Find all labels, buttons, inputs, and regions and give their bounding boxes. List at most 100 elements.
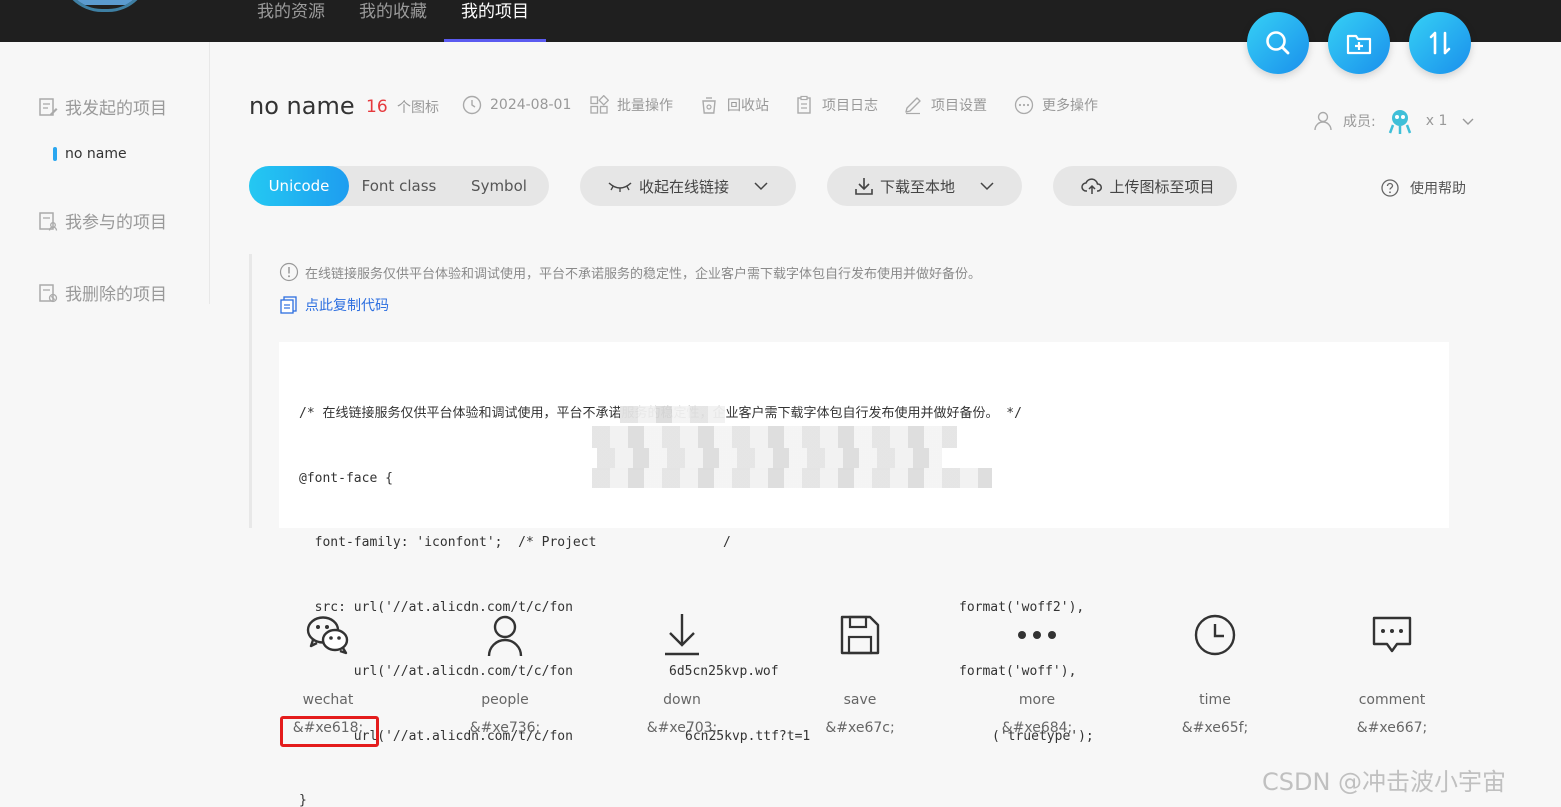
sidebar-item-my-deleted[interactable]: 我删除的项目 [38,280,167,305]
help-link[interactable]: 使用帮助 [1380,178,1466,198]
icon-name: comment [1358,692,1426,708]
more-actions-label: 更多操作 [1042,98,1098,114]
notice: 在线链接服务仅供平台体验和调试使用，平台不承诺服务的稳定性，企业客户需下载字体包… [279,262,981,282]
help-label: 使用帮助 [1410,181,1466,197]
watermark: CSDN @冲击波小宇宙 [1262,768,1507,796]
icon-card-people[interactable]: people &#xe736; [445,600,565,750]
top-bar: 我的资源 我的收藏 我的项目 [0,0,1561,42]
members-dropdown[interactable]: 成员: x 1 [1313,107,1483,135]
logo[interactable] [60,0,150,12]
tab-unicode[interactable]: Unicode [249,166,349,206]
icon-name: save [843,692,877,708]
new-folder-button[interactable] [1328,12,1390,74]
sidebar-project-label: no name [65,146,127,162]
folder-add-icon [1346,34,1372,55]
collapse-link-label: 收起在线链接 [638,177,729,196]
icon-code[interactable]: &#xe703; [622,720,742,736]
copy-icon [280,296,297,314]
sort-button[interactable] [1409,12,1471,74]
project-settings-button[interactable]: 项目设置 [903,95,987,115]
icon-card-save[interactable]: save &#xe67c; [800,600,920,750]
icon-code[interactable]: &#xe684; [977,720,1097,736]
user-doc-icon [39,211,58,231]
download-button[interactable]: 下载至本地 [827,166,1022,206]
icon-name: wechat [302,692,354,708]
online-link-panel: 在线链接服务仅供平台体验和调试使用，平台不承诺服务的稳定性，企业客户需下载字体包… [249,254,1449,807]
nav-my-resources[interactable]: 我的资源 [240,0,342,42]
redaction-blur [592,468,992,488]
project-log-button[interactable]: 项目日志 [794,95,878,115]
comment-icon [1372,616,1412,653]
members-count: x 1 [1425,113,1448,129]
icon-card-comment[interactable]: comment &#xe667; [1332,600,1452,750]
cloud-upload-icon [1081,178,1103,194]
edit-doc-icon [39,97,58,116]
log-icon [797,95,811,114]
search-icon [1266,31,1290,55]
active-indicator [53,147,57,161]
clock-icon [462,95,482,115]
sidebar-item-my-joined[interactable]: 我参与的项目 [38,208,167,233]
chevron-down-icon [1462,118,1474,125]
icon-count: 16 [366,97,388,117]
highlight-box [280,716,379,747]
redaction-blur [597,448,942,470]
icon-name: time [1199,692,1231,708]
tab-symbol[interactable]: Symbol [449,166,549,206]
time-icon [1194,614,1236,656]
tab-font-class[interactable]: Font class [349,166,449,206]
collapse-link-button[interactable]: 收起在线链接 [580,166,796,206]
icon-name: people [481,692,529,708]
sort-icon [1429,31,1451,55]
icon-card-time[interactable]: time &#xe65f; [1155,600,1275,750]
icon-name: down [663,692,701,708]
people-icon [487,615,523,657]
icon-code[interactable]: &#xe65f; [1155,720,1275,736]
download-label: 下载至本地 [879,177,955,196]
more-circle-icon [1014,95,1034,115]
icon-code[interactable]: &#xe667; [1332,720,1452,736]
batch-operation-button[interactable]: 批量操作 [589,95,673,115]
sidebar-project-no-name[interactable]: no name [53,146,127,162]
icon-code[interactable]: &#xe67c; [800,720,920,736]
top-nav: 我的资源 我的收藏 我的项目 [240,0,546,42]
icon-code[interactable]: &#xe736; [445,720,565,736]
delete-doc-icon [39,283,58,302]
project-settings-label: 项目设置 [931,98,987,114]
grid-icon [590,95,609,114]
sidebar-item-label: 我参与的项目 [65,213,167,233]
nav-my-favorites[interactable]: 我的收藏 [342,0,444,42]
save-icon [840,615,880,655]
down-icon [665,614,699,656]
icon-name: more [1018,692,1056,708]
copy-code-link[interactable]: 点此复制代码 [279,295,389,315]
user-icon [1314,111,1332,131]
recycle-bin-label: 回收站 [727,98,769,114]
search-button[interactable] [1247,12,1309,74]
redaction-blur [592,426,957,448]
icon-card-more[interactable]: more &#xe684; [977,600,1097,750]
icon-card-down[interactable]: down &#xe703; [622,600,742,750]
redaction-blur [620,406,725,423]
recycle-bin-button[interactable]: 回收站 [699,95,769,115]
upload-label: 上传图标至项目 [1109,177,1215,196]
project-title: no name [249,92,355,120]
code-line: /* 在线链接服务仅供平台体验和调试使用，平台不承诺服务的稳定性，企业客户需下载… [299,406,1022,421]
members-label: 成员: [1343,114,1376,130]
more-actions-button[interactable]: 更多操作 [1014,95,1098,115]
chevron-down-icon [754,182,768,191]
code-line: } [299,793,307,807]
copy-code-label: 点此复制代码 [305,298,389,314]
trash-icon [702,97,716,114]
sidebar-item-my-initiated[interactable]: 我发起的项目 [38,94,167,119]
code-type-switch: Unicode Font class Symbol [249,166,549,206]
wechat-icon [306,616,349,655]
nav-my-projects[interactable]: 我的项目 [444,0,546,42]
project-date-text: 2024-08-01 [490,97,572,113]
sidebar-item-label: 我删除的项目 [65,285,167,305]
info-icon [279,262,299,282]
code-line: font-family: 'iconfont'; /* Project / [299,535,731,550]
sidebar-item-label: 我发起的项目 [65,99,167,119]
chevron-down-icon [980,182,994,191]
upload-button[interactable]: 上传图标至项目 [1053,166,1237,206]
